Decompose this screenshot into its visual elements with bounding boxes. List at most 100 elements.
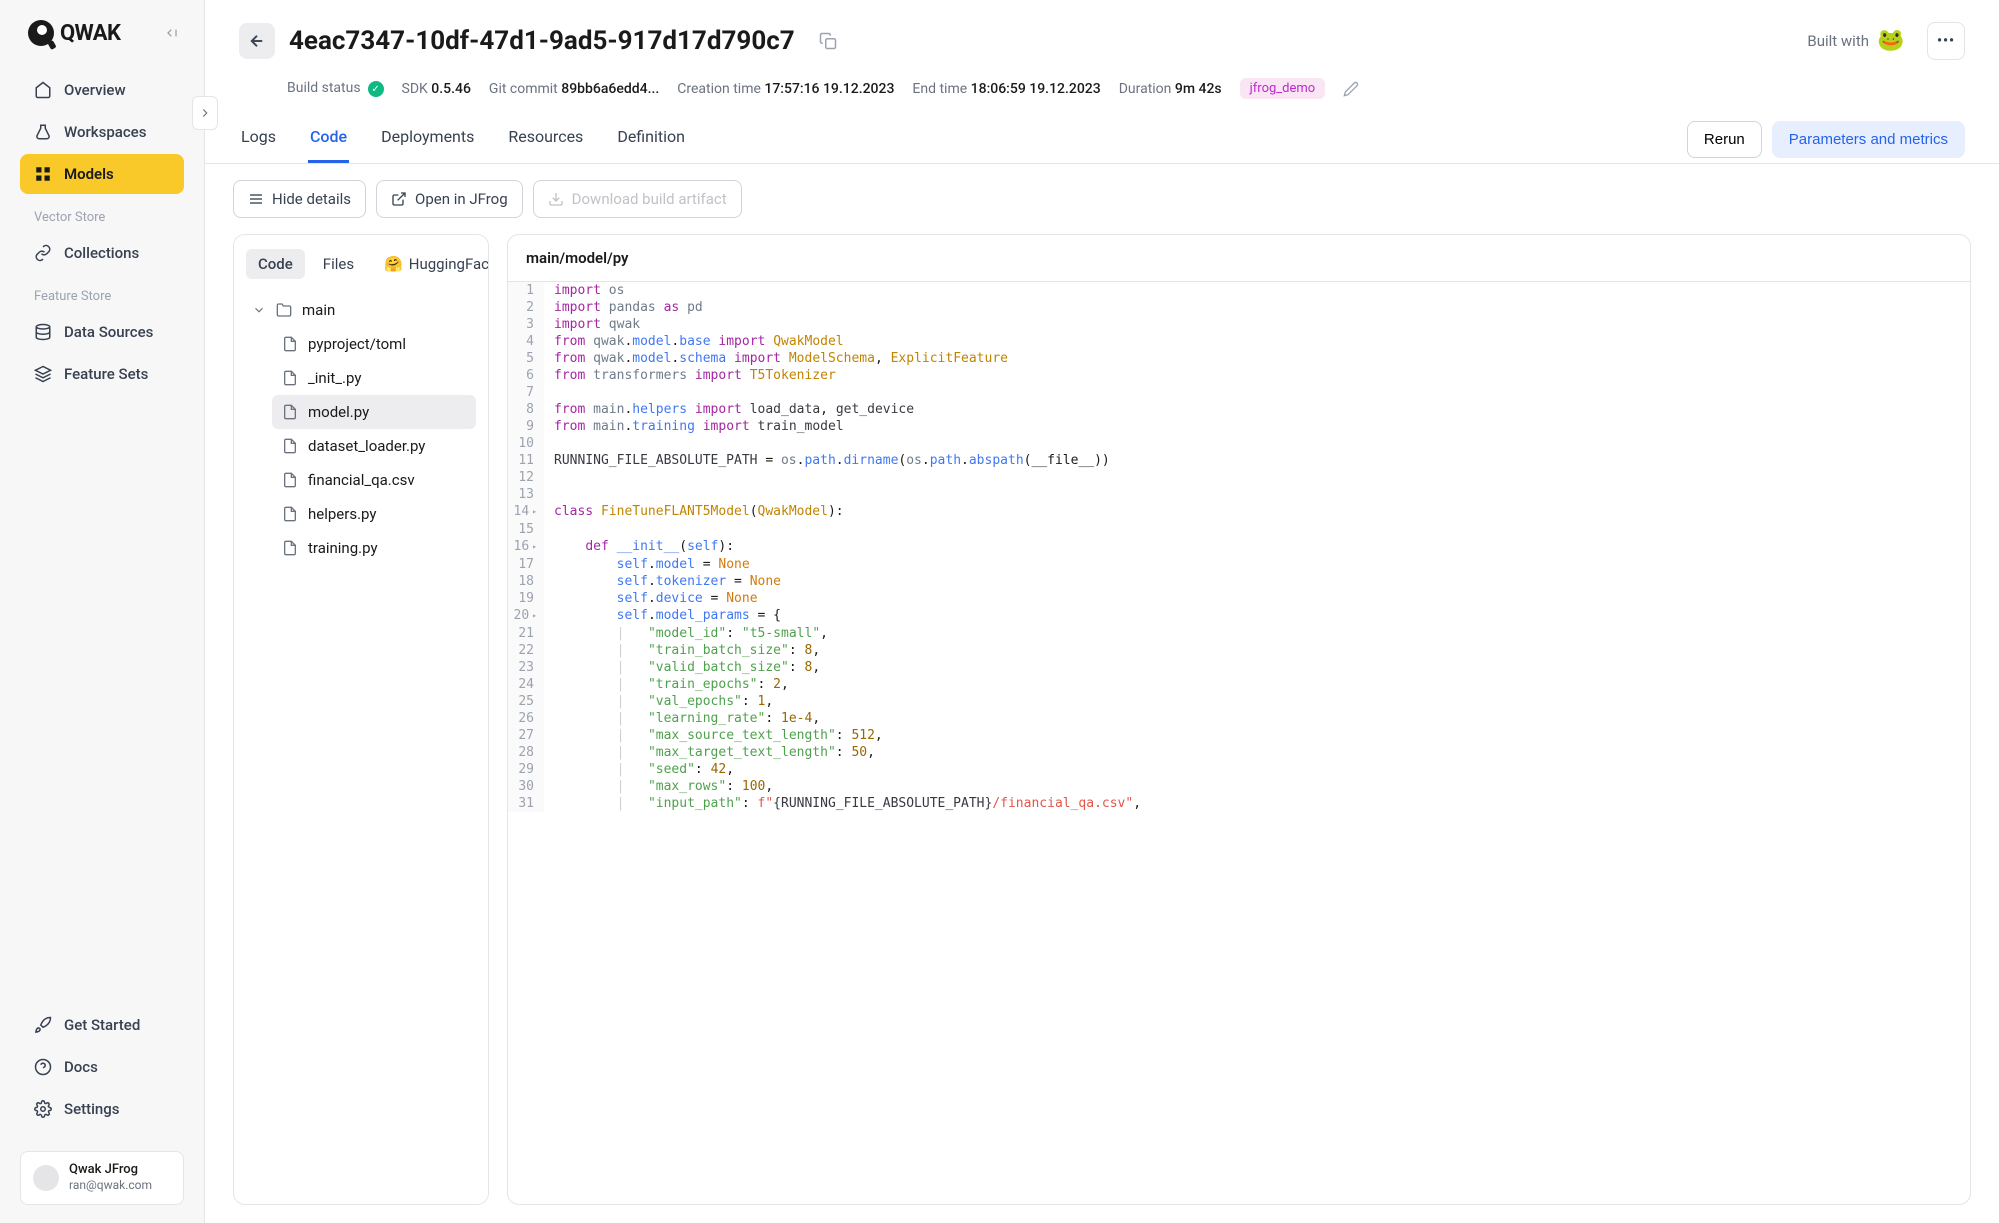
tree-tab-files[interactable]: Files [311, 249, 366, 279]
git-commit-value: 89bb6a6edd4... [561, 81, 659, 97]
copy-button[interactable] [815, 28, 841, 54]
tree-tab-code[interactable]: Code [246, 249, 305, 279]
code-line: 29 | "seed": 42, [508, 761, 1970, 778]
tab-logs[interactable]: Logs [239, 115, 278, 163]
file-icon [282, 404, 298, 420]
open-in-jfrog-label: Open in JFrog [415, 190, 508, 208]
code-line: 26 | "learning_rate": 1e-4, [508, 710, 1970, 727]
code-line: 2import pandas as pd [508, 299, 1970, 316]
rerun-button[interactable]: Rerun [1687, 121, 1762, 158]
git-commit-label: Git commit [489, 81, 558, 97]
logo[interactable]: QWAK [28, 20, 121, 46]
sidebar-collapse-button[interactable] [160, 21, 184, 45]
sidebar-item-models[interactable]: Models [20, 154, 184, 194]
flask-icon [34, 123, 52, 141]
tree-file-label: _init_.py [308, 369, 361, 387]
database-icon [34, 323, 52, 341]
tree-file[interactable]: model.py [272, 395, 476, 429]
parameters-metrics-button[interactable]: Parameters and metrics [1772, 121, 1965, 158]
tree-file-label: training.py [308, 539, 378, 557]
code-line: 16 def __init__(self): [508, 538, 1970, 556]
download-artifact-button: Download build artifact [533, 180, 742, 218]
creation-time-label: Creation time [677, 81, 761, 97]
built-with-label: Built with 🐸 [1807, 28, 1903, 54]
code-line: 19 self.device = None [508, 590, 1970, 607]
file-icon [282, 370, 298, 386]
code-line: 18 self.tokenizer = None [508, 573, 1970, 590]
sidebar-item-label: Feature Sets [64, 365, 148, 383]
tag-pill[interactable]: jfrog_demo [1240, 78, 1326, 99]
tree-tab-hf-label: HuggingFace [409, 255, 489, 273]
sidebar-item-label: Workspaces [64, 123, 146, 141]
tab-deployments[interactable]: Deployments [379, 115, 476, 163]
code-file-path: main/model/py [508, 235, 1970, 282]
edit-tags-button[interactable] [1343, 81, 1359, 97]
code-line: 30 | "max_rows": 100, [508, 778, 1970, 795]
sidebar: QWAK Overview Workspaces Models Vector S… [0, 0, 205, 1223]
code-panel: main/model/py 1import os2import pandas a… [507, 234, 1971, 1205]
qwak-logo-icon [28, 20, 54, 46]
help-icon [34, 1058, 52, 1076]
tab-code[interactable]: Code [308, 115, 349, 163]
sidebar-item-workspaces[interactable]: Workspaces [20, 112, 184, 152]
sidebar-item-settings[interactable]: Settings [20, 1089, 184, 1129]
tree-file[interactable]: pyproject/toml [272, 327, 476, 361]
sidebar-item-label: Collections [64, 244, 139, 262]
code-line: 11RUNNING_FILE_ABSOLUTE_PATH = os.path.d… [508, 452, 1970, 469]
gear-icon [34, 1100, 52, 1118]
sidebar-item-feature-sets[interactable]: Feature Sets [20, 354, 184, 394]
file-icon [282, 336, 298, 352]
file-icon [282, 540, 298, 556]
tab-definition[interactable]: Definition [615, 115, 687, 163]
sidebar-item-collections[interactable]: Collections [20, 233, 184, 273]
hide-details-button[interactable]: Hide details [233, 180, 366, 218]
home-icon [34, 81, 52, 99]
sdk-value: 0.5.46 [431, 81, 471, 97]
sidebar-expand-handle[interactable] [192, 96, 218, 130]
creation-time-value: 17:57:16 19.12.2023 [764, 81, 894, 97]
file-icon [282, 506, 298, 522]
code-line: 25 | "val_epochs": 1, [508, 693, 1970, 710]
tree-file-label: helpers.py [308, 505, 376, 523]
sidebar-item-label: Models [64, 165, 114, 183]
duration-value: 9m 42s [1175, 81, 1222, 97]
build-status-label: Build status [287, 80, 361, 96]
code-line: 4from qwak.model.base import QwakModel [508, 333, 1970, 350]
sidebar-item-overview[interactable]: Overview [20, 70, 184, 110]
user-name: Qwak JFrog [69, 1162, 152, 1179]
code-line: 5from qwak.model.schema import ModelSche… [508, 350, 1970, 367]
tree-file[interactable]: dataset_loader.py [272, 429, 476, 463]
status-success-icon: ✓ [368, 81, 384, 97]
tree-folder-main[interactable]: main [246, 293, 476, 327]
sidebar-item-label: Settings [64, 1100, 120, 1118]
code-line: 3import qwak [508, 316, 1970, 333]
sidebar-item-docs[interactable]: Docs [20, 1047, 184, 1087]
tree-file[interactable]: helpers.py [272, 497, 476, 531]
tree-tab-huggingface[interactable]: 🤗 HuggingFace [372, 249, 489, 279]
open-in-jfrog-button[interactable]: Open in JFrog [376, 180, 523, 218]
back-button[interactable] [239, 23, 275, 59]
build-tabs: Logs Code Deployments Resources Definition [239, 115, 687, 163]
rocket-icon [34, 1016, 52, 1034]
avatar [33, 1165, 59, 1191]
code-line: 6from transformers import T5Tokenizer [508, 367, 1970, 384]
tree-file[interactable]: financial_qa.csv [272, 463, 476, 497]
sidebar-item-data-sources[interactable]: Data Sources [20, 312, 184, 352]
tree-file-label: dataset_loader.py [308, 437, 425, 455]
tree-file-label: financial_qa.csv [308, 471, 415, 489]
folder-icon [276, 302, 292, 318]
end-time-value: 18:06:59 19.12.2023 [971, 81, 1101, 97]
code-line: 7 [508, 384, 1970, 401]
sidebar-item-get-started[interactable]: Get Started [20, 1005, 184, 1045]
code-line: 10 [508, 435, 1970, 452]
tree-file[interactable]: training.py [272, 531, 476, 565]
code-body[interactable]: 1import os2import pandas as pd3import qw… [508, 282, 1970, 1204]
tab-resources[interactable]: Resources [506, 115, 585, 163]
code-line: 23 | "valid_batch_size": 8, [508, 659, 1970, 676]
tree-file[interactable]: _init_.py [272, 361, 476, 395]
code-line: 1import os [508, 282, 1970, 299]
user-card[interactable]: Qwak JFrog ran@qwak.com [20, 1151, 184, 1205]
more-button[interactable]: ••• [1927, 22, 1965, 60]
code-line: 28 | "max_target_text_length": 50, [508, 744, 1970, 761]
sidebar-section-vector: Vector Store [20, 196, 184, 233]
